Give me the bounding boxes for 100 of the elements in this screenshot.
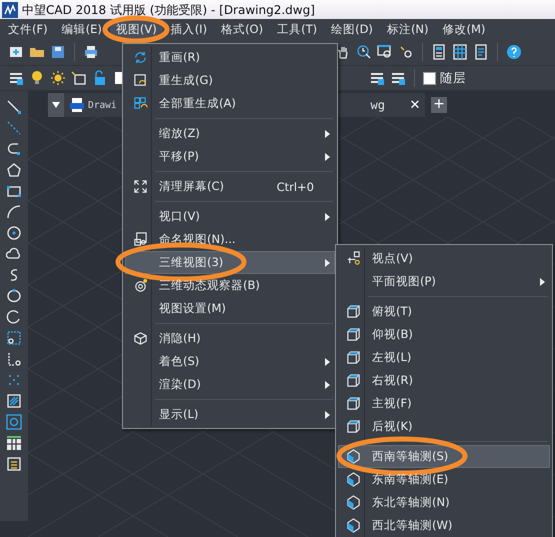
menu-bar-item[interactable]: 文件(F) [2, 20, 54, 39]
submenu-arrow-icon [324, 258, 330, 266]
menu-item[interactable]: 右视(R) [338, 369, 550, 392]
menu-bar-item[interactable]: 绘图(D) [325, 20, 379, 39]
table-grid-icon[interactable] [452, 44, 468, 60]
menu-item[interactable]: 东北等轴测(N) [338, 491, 550, 514]
menu-item[interactable]: 西北等轴测(W) [338, 514, 550, 537]
tab-title-end: wg [370, 98, 385, 112]
menu-item[interactable]: 视图设置(M) [125, 297, 335, 320]
submenu-arrow-icon [324, 410, 330, 418]
menu-item[interactable]: 着色(S) [125, 350, 335, 373]
window-title: 中望CAD 2018 试用版 (功能受限) - [Drawing2.dwg] [22, 2, 315, 18]
menu-bar-item[interactable]: 插入(I) [164, 20, 214, 39]
calculator-icon[interactable] [431, 44, 447, 60]
cube-icon [346, 373, 360, 388]
regenerate-icon [132, 73, 148, 88]
isometric-cube-icon [346, 518, 360, 533]
app-logo-icon [2, 2, 18, 18]
named-view-icon [132, 232, 148, 247]
menu-item[interactable]: 渲染(D) [125, 373, 335, 396]
isometric-cube-icon [346, 472, 360, 487]
sun-icon[interactable] [50, 70, 66, 86]
circle-icon[interactable] [6, 225, 22, 241]
ellipse-icon[interactable] [6, 288, 22, 304]
menu-item[interactable]: 视点(V) [338, 247, 550, 270]
menu-item[interactable]: 重生成(G) [125, 69, 335, 92]
regenerate-all-icon [132, 96, 148, 111]
isometric-cube-icon [346, 495, 360, 510]
menu-bar-item[interactable]: 修改(M) [436, 20, 492, 39]
menu-item[interactable]: 后视(K) [338, 415, 550, 438]
arc-icon[interactable] [6, 204, 22, 220]
menu-item[interactable]: 重画(R) [125, 46, 335, 69]
menu-item[interactable]: 仰视(B) [338, 323, 550, 346]
submenu-arrow-icon [324, 152, 330, 160]
cube-icon [346, 396, 360, 411]
checkbox[interactable] [423, 72, 436, 85]
layers-icon[interactable] [369, 70, 385, 86]
menu-item[interactable]: 平面视图(P) [338, 270, 550, 293]
shortcut-text: Ctrl+0 [276, 180, 314, 194]
hide-cube-icon [132, 331, 148, 346]
save-icon[interactable] [50, 44, 66, 60]
construction-line-icon[interactable] [6, 120, 22, 136]
fullscreen-icon [132, 179, 148, 194]
cube-icon [346, 419, 360, 434]
hatch-icon[interactable] [6, 393, 22, 409]
printer-icon[interactable] [83, 44, 99, 60]
menu-item[interactable]: 缩放(Z) [125, 122, 335, 145]
new-tab-button[interactable]: + [431, 97, 447, 113]
caret-icon [52, 102, 60, 108]
lightbulb-icon[interactable] [29, 70, 45, 86]
document-icon[interactable] [473, 44, 489, 60]
zoom-icon[interactable] [356, 44, 372, 60]
submenu-arrow-icon [324, 130, 330, 138]
isometric-cube-icon [346, 449, 360, 464]
menu-item[interactable]: 全部重生成(A) [125, 92, 335, 115]
pentagon-icon[interactable] [6, 162, 22, 178]
help-icon[interactable] [506, 44, 522, 60]
lock-icon[interactable] [92, 70, 108, 86]
menu-item[interactable]: 俯视(T) [338, 300, 550, 323]
menu-item[interactable]: 平移(P) [125, 145, 335, 168]
menu-bar-item[interactable]: 工具(T) [271, 20, 324, 39]
region-icon[interactable] [6, 414, 22, 430]
ellipse-arc-icon[interactable] [6, 309, 22, 325]
cube-icon [346, 350, 360, 365]
menu-item[interactable]: 清理屏幕(C) Ctrl+0 [125, 175, 335, 198]
frame-icon[interactable] [71, 70, 87, 86]
dwg-file-icon [70, 98, 84, 112]
menu-bar-item[interactable]: 标注(N) [380, 20, 435, 39]
menu-item[interactable]: 显示(L) [125, 403, 335, 426]
submenu-arrow-icon [324, 212, 330, 220]
orbit-icon [132, 278, 148, 293]
rectangle-icon[interactable] [6, 183, 22, 199]
refresh-icon [132, 50, 148, 65]
table-icon[interactable] [6, 435, 22, 451]
line-icon[interactable] [6, 99, 22, 115]
menu-item[interactable]: 主视(F) [338, 392, 550, 415]
menu-item[interactable]: 消隐(H) [125, 327, 335, 350]
polyline-icon[interactable] [6, 141, 22, 157]
tab-dropdown[interactable] [48, 93, 64, 117]
menu-item[interactable]: 左视(L) [338, 346, 550, 369]
layers-icon[interactable] [8, 70, 24, 86]
insert-block-icon[interactable] [6, 330, 22, 346]
menu-item[interactable]: 三维动态观察器(B) [125, 274, 335, 297]
submenu-arrow-icon [324, 358, 330, 366]
menu-item[interactable]: 东南等轴测(E) [338, 468, 550, 491]
cube-icon [346, 304, 360, 319]
menu-item[interactable]: 三维视图(3) [125, 251, 335, 274]
menu-item[interactable]: 西南等轴测(S) [338, 445, 550, 468]
menu-bar-item[interactable]: 编辑(E) [56, 20, 108, 39]
submenu-arrow-icon [324, 380, 330, 388]
layers-icon[interactable] [390, 70, 406, 86]
menu-item[interactable]: 视口(V) [125, 205, 335, 228]
zoom-window-icon[interactable] [377, 44, 393, 60]
point-icon[interactable] [6, 372, 22, 388]
block-icon[interactable] [6, 351, 22, 367]
zoom-previous-icon[interactable] [398, 44, 414, 60]
text-icon[interactable] [6, 456, 22, 472]
close-tab-button[interactable]: ✕ [405, 98, 425, 112]
menu-bar-item[interactable]: 格式(O) [215, 20, 270, 39]
viewpoint-icon [346, 251, 360, 266]
